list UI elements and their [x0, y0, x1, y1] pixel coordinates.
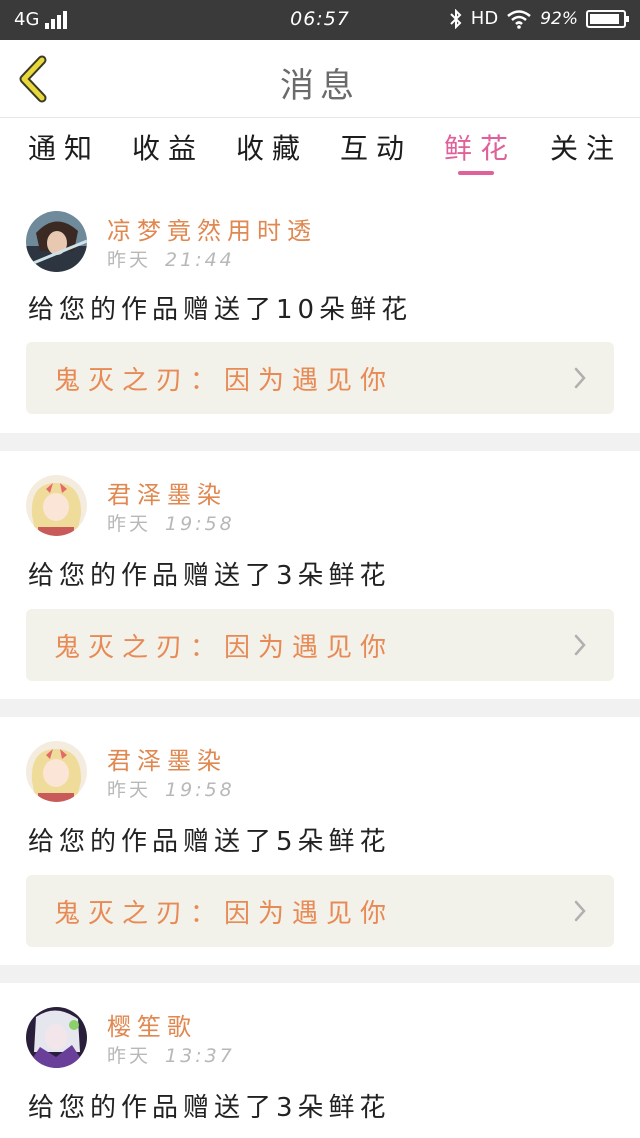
username[interactable]: 君泽墨染	[107, 475, 227, 510]
work-link[interactable]: 鬼灭之刃：因为遇见你	[26, 875, 614, 947]
timestamp: 昨天 21:44	[107, 249, 235, 271]
battery-icon	[586, 9, 629, 28]
chevron-right-icon	[574, 634, 586, 656]
page-title: 消息	[280, 66, 360, 106]
avatar[interactable]	[26, 1007, 87, 1068]
gift-message: 给您的作品赠送了10朵鲜花	[28, 295, 413, 325]
feed-item: 君泽墨染 昨天 19:58 给您的作品赠送了3朵鲜花 鬼灭之刃：因为遇见你	[0, 451, 640, 699]
work-link[interactable]: 鬼灭之刃：因为遇见你	[26, 342, 614, 414]
work-title: 鬼灭之刃：因为遇见你	[54, 366, 395, 396]
timestamp: 昨天 19:58	[107, 779, 235, 801]
app-header: 消息	[0, 40, 640, 118]
status-icons: HD 92%	[449, 8, 629, 29]
work-title: 鬼灭之刃：因为遇见你	[54, 633, 395, 663]
bluetooth-icon	[450, 8, 462, 29]
wifi-icon	[507, 9, 531, 29]
feed-item: 凉梦竟然用时透 昨天 21:44 给您的作品赠送了10朵鲜花 鬼灭之刃：因为遇见你	[0, 181, 640, 433]
username[interactable]: 凉梦竟然用时透	[107, 211, 317, 246]
tab-flowers[interactable]: 鲜花	[444, 127, 516, 167]
avatar[interactable]	[26, 475, 87, 536]
gift-message: 给您的作品赠送了5朵鲜花	[28, 827, 391, 857]
tab-bar: 通知 收益 收藏 互动 鲜花 关注	[0, 119, 640, 181]
feed-item: 樱笙歌 昨天 13:37 给您的作品赠送了3朵鲜花	[0, 983, 640, 1138]
feed-item: 君泽墨染 昨天 19:58 给您的作品赠送了5朵鲜花 鬼灭之刃：因为遇见你	[0, 717, 640, 965]
work-link[interactable]: 鬼灭之刃：因为遇见你	[26, 609, 614, 681]
chevron-right-icon	[574, 900, 586, 922]
status-bar: 4G 06:57 HD 92%	[0, 0, 640, 40]
divider	[0, 965, 640, 983]
tab-earnings[interactable]: 收益	[132, 127, 204, 167]
username[interactable]: 樱笙歌	[107, 1007, 197, 1042]
timestamp: 昨天 19:58	[107, 513, 235, 535]
active-tab-indicator	[458, 171, 494, 175]
username[interactable]: 君泽墨染	[107, 741, 227, 776]
tab-notifications[interactable]: 通知	[28, 127, 100, 167]
work-title: 鬼灭之刃：因为遇见你	[54, 899, 395, 929]
chevron-right-icon	[574, 367, 586, 389]
timestamp: 昨天 13:37	[107, 1045, 235, 1067]
tab-interactions[interactable]: 互动	[340, 127, 412, 167]
gift-message: 给您的作品赠送了3朵鲜花	[28, 1093, 391, 1123]
tab-favorites[interactable]: 收藏	[236, 127, 308, 167]
divider	[0, 699, 640, 717]
battery-percent: 92%	[540, 8, 578, 29]
avatar[interactable]	[26, 211, 87, 272]
tab-follows[interactable]: 关注	[550, 127, 622, 167]
divider	[0, 433, 640, 451]
avatar[interactable]	[26, 741, 87, 802]
gift-message: 给您的作品赠送了3朵鲜花	[28, 561, 391, 591]
hd-label: HD	[470, 8, 499, 29]
